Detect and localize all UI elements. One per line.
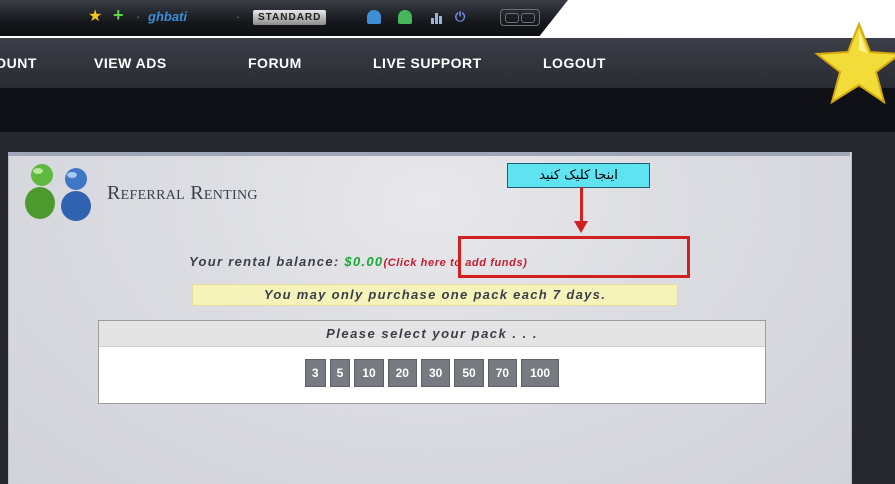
annotation-arrow-head xyxy=(574,221,588,233)
users-icon[interactable] xyxy=(367,10,381,24)
page-title: Referral Renting xyxy=(107,182,258,204)
pack-selector: Please select your pack . . . 3 5 10 20 … xyxy=(98,320,766,404)
nav-view-ads[interactable]: VIEW ADS xyxy=(94,55,167,71)
membership-badge[interactable]: STANDARD xyxy=(253,10,327,25)
on-off-toggle-icon[interactable] xyxy=(500,9,540,26)
nav-forum[interactable]: FORUM xyxy=(248,55,302,71)
pack-button-30[interactable]: 30 xyxy=(420,359,451,387)
star-mascot-icon xyxy=(814,21,895,105)
nav-live-support[interactable]: LIVE SUPPORT xyxy=(373,55,482,71)
nav-logout[interactable]: LOGOUT xyxy=(543,55,606,71)
pack-buttons: 3 5 10 20 30 50 70 100 xyxy=(99,359,765,387)
user-toolbar: ★ + · ghbati · STANDARD ⏻ xyxy=(0,0,568,36)
username[interactable]: ghbati xyxy=(148,8,187,26)
plus-icon[interactable]: + xyxy=(113,6,124,24)
pack-selector-header: Please select your pack . . . xyxy=(99,321,765,347)
stats-icon[interactable] xyxy=(430,10,444,24)
star-icon[interactable]: ★ xyxy=(88,8,102,26)
pack-button-70[interactable]: 70 xyxy=(487,359,518,387)
annotation-highlight-box xyxy=(458,236,690,278)
power-icon[interactable]: ⏻ xyxy=(455,8,465,26)
balance-label: Your rental balance: xyxy=(189,254,340,269)
user-icon[interactable] xyxy=(398,10,412,24)
pack-button-100[interactable]: 100 xyxy=(521,359,560,387)
purchase-notice: You may only purchase one pack each 7 da… xyxy=(192,284,678,306)
top-status-strip: ★ + · ghbati · STANDARD ⏻ xyxy=(0,0,895,38)
annotation-arrow xyxy=(580,187,583,223)
separator: · xyxy=(236,9,241,24)
pack-button-5[interactable]: 5 xyxy=(329,359,351,387)
nav-account[interactable]: DUNT xyxy=(0,55,37,71)
main-nav: DUNT VIEW ADS FORUM LIVE SUPPORT LOGOUT xyxy=(0,38,895,88)
pack-button-50[interactable]: 50 xyxy=(454,359,484,387)
panel-top-border xyxy=(8,152,850,156)
balance-value: $0.00 xyxy=(344,254,384,269)
referral-logo-icon xyxy=(25,164,91,221)
pack-button-3[interactable]: 3 xyxy=(304,359,326,387)
pack-button-10[interactable]: 10 xyxy=(354,359,384,387)
pack-button-20[interactable]: 20 xyxy=(387,359,417,387)
annotation-callout: اینجا کلیک کنید xyxy=(507,163,650,188)
separator: · xyxy=(136,9,141,24)
